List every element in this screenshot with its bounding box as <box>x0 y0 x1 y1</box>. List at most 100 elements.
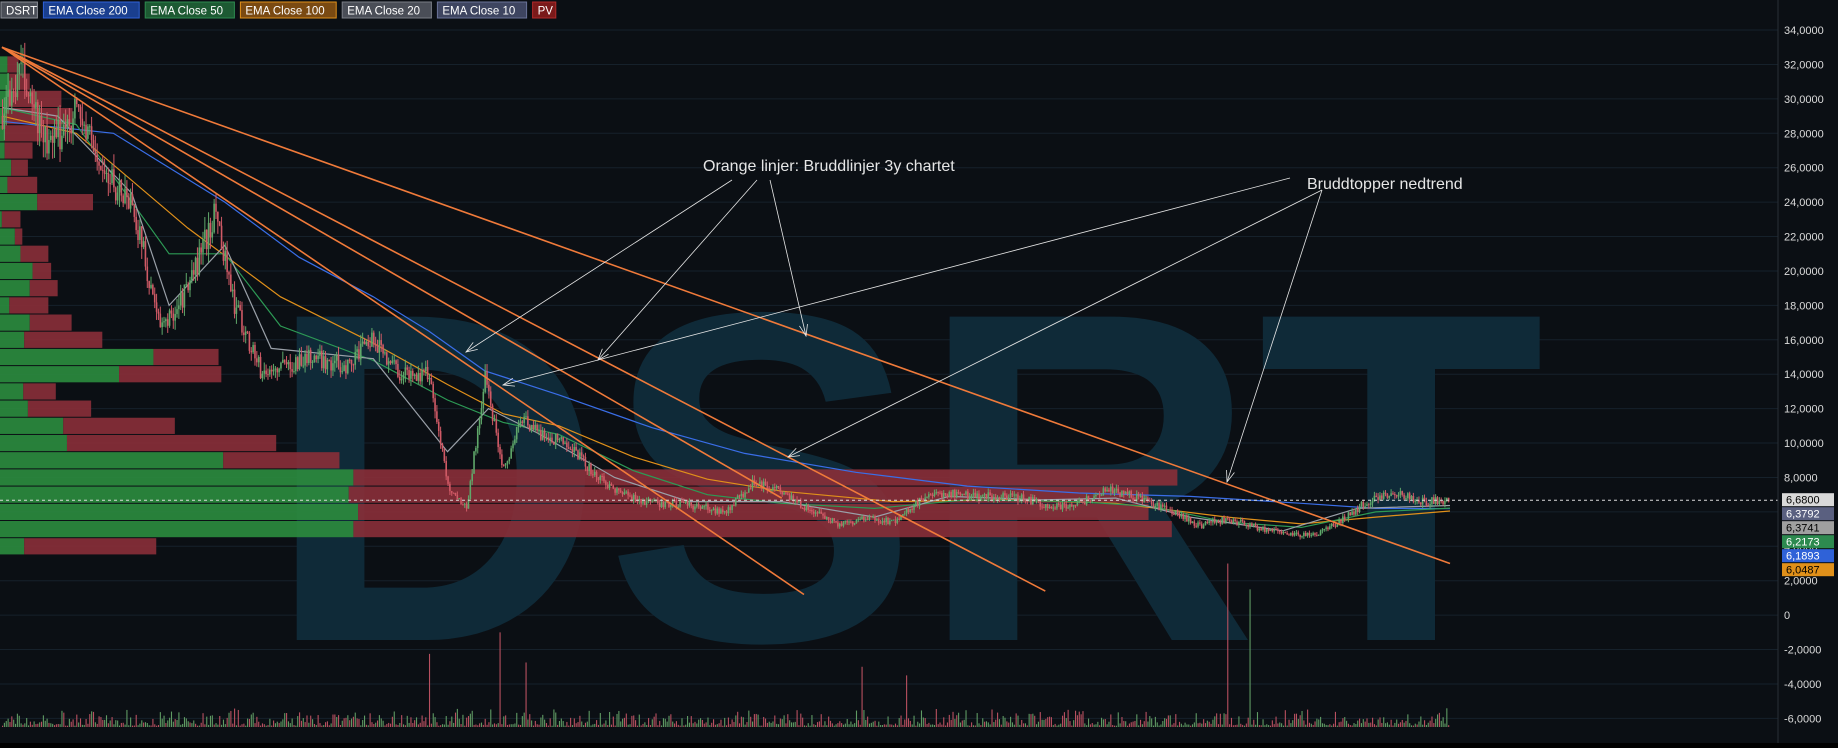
y-tick-label: 32,0000 <box>1784 59 1824 71</box>
volume-bar <box>325 722 327 727</box>
candle-body <box>987 492 990 499</box>
legend[interactable]: DSRT EMA Close 200 EMA Close 50 EMA Close 1… <box>0 1 557 19</box>
volume-bar <box>146 723 148 727</box>
candle-body <box>605 481 607 485</box>
volume-bar <box>648 718 650 727</box>
candle-body <box>321 350 323 369</box>
volume-bar <box>148 725 150 727</box>
volume-bar <box>872 721 874 727</box>
volume-bar <box>711 722 713 727</box>
candle-body <box>137 230 139 241</box>
volume-bar <box>66 725 69 727</box>
volume-bar <box>1388 724 1390 727</box>
candle-body <box>692 505 694 510</box>
volume-bar <box>345 717 347 727</box>
candle-body <box>632 494 635 501</box>
annotation-text-breakout-tops[interactable]: Bruddtopper nedtrend <box>1307 176 1463 193</box>
candle-body <box>306 353 308 364</box>
volume-bar <box>1247 717 1249 727</box>
candle-body <box>103 170 106 174</box>
volume-bar <box>360 725 362 727</box>
volume-bar <box>356 718 358 727</box>
candle-body <box>250 350 253 353</box>
candle-body <box>437 421 440 432</box>
candle-body <box>337 355 340 368</box>
candle-body <box>114 187 117 201</box>
candle-body <box>887 518 889 525</box>
volume-bar <box>1446 708 1448 727</box>
volume-bar <box>857 720 859 727</box>
candle-body <box>322 356 325 369</box>
candle-body <box>1154 505 1157 508</box>
volume-bar <box>1123 720 1125 727</box>
volume-bar <box>824 721 826 727</box>
candle-body <box>1436 497 1439 505</box>
volume-bar <box>208 724 210 727</box>
candle-body <box>183 284 186 308</box>
volume-bar <box>1217 724 1220 727</box>
candle-body <box>241 310 243 333</box>
candle-body <box>562 437 564 444</box>
volume-bar <box>1039 712 1041 727</box>
volume-bar <box>1373 724 1375 727</box>
volume-bar <box>1073 720 1075 727</box>
volume-bar <box>674 723 676 727</box>
candle-body <box>790 495 793 501</box>
volume-bar <box>1193 722 1195 727</box>
candle-body <box>783 492 785 495</box>
candle-body <box>204 229 206 239</box>
volume-bar <box>328 725 330 727</box>
legend-label: EMA Close 20 <box>347 6 420 18</box>
volume-bar <box>1323 723 1325 727</box>
y-tick-label: 0 <box>1784 610 1790 622</box>
candle-body <box>937 492 939 494</box>
candle-body <box>482 391 485 409</box>
y-tick-label: 16,0000 <box>1784 335 1824 347</box>
volume-bar <box>261 723 263 727</box>
volume-bar <box>284 713 286 727</box>
candle-body <box>363 341 366 345</box>
candle-body <box>68 119 71 126</box>
volume-bar <box>1245 723 1247 727</box>
volume-bar <box>1201 723 1203 727</box>
volume-bar <box>59 724 61 727</box>
candle-body <box>213 203 215 233</box>
candle-body <box>209 222 212 238</box>
candle-body <box>207 222 210 250</box>
candle-body <box>9 89 11 106</box>
volume-bar <box>115 720 117 727</box>
candle-body <box>1310 535 1313 537</box>
volume-bar <box>213 724 215 727</box>
candle-body <box>289 362 292 370</box>
volume-bar <box>185 718 187 727</box>
volume-bar <box>1143 721 1145 727</box>
candle-body <box>610 484 613 486</box>
volume-bar <box>642 723 644 727</box>
volume-bar <box>399 722 401 727</box>
candle-body <box>1221 517 1223 524</box>
volume-bar <box>789 720 791 727</box>
candle-body <box>1403 494 1405 499</box>
volume-bar <box>1396 719 1398 727</box>
candle-body <box>506 461 509 464</box>
candle-body <box>1069 504 1071 508</box>
candle-body <box>378 340 381 353</box>
vp-sell-bar <box>358 503 1149 520</box>
candle-body <box>445 461 447 477</box>
volume-bar <box>393 711 395 727</box>
candle-body <box>345 365 347 374</box>
candle-body <box>1095 494 1097 497</box>
y-tick-label: -6,0000 <box>1784 713 1821 725</box>
candle-body <box>1061 503 1064 510</box>
volume-bar <box>787 714 789 727</box>
candle-body <box>168 310 171 326</box>
candle-body <box>749 488 752 490</box>
candle-body <box>1124 491 1127 494</box>
candle-body <box>974 492 977 498</box>
candle-body <box>1262 527 1264 531</box>
volume-bar <box>1017 715 1019 727</box>
volume-bar <box>456 708 458 727</box>
annotation-text-orange-lines[interactable]: Orange linjer: Bruddlinjer 3y chartet <box>703 158 955 175</box>
candle-body <box>538 430 540 432</box>
candle-body <box>118 180 121 193</box>
